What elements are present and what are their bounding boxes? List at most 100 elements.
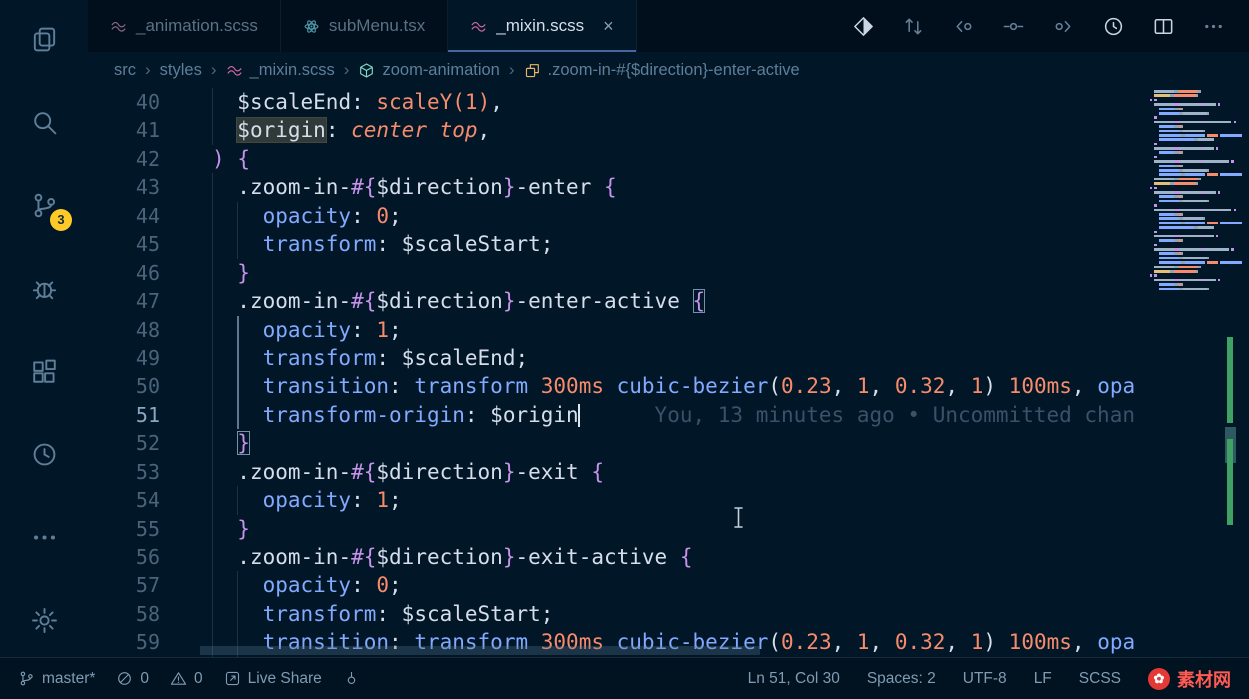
editor[interactable]: 40 41 42 43 44 45 46 47 48 49 50 51 52 53 54 55 56 57 58 59…: [88, 88, 1249, 657]
code-line-57[interactable]: opacity: 0;: [200, 571, 1152, 600]
code-token: ): [477, 90, 491, 114]
minimap-line: [1150, 90, 1242, 93]
status-language-mode[interactable]: SCSS: [1079, 670, 1121, 688]
code-token: (: [768, 374, 782, 399]
code-token: transform: [414, 374, 529, 399]
code-token: -enter: [515, 175, 592, 200]
code-token: 1: [856, 630, 870, 655]
broadcast-icon: [343, 670, 360, 687]
compare-changes-icon[interactable]: [902, 15, 925, 38]
tab-_mixin.scss[interactable]: _mixin.scss ×: [448, 0, 637, 52]
activity-item-timeline[interactable]: [20, 431, 68, 477]
code-token: ): [212, 146, 225, 171]
minimap-line: [1150, 230, 1242, 234]
minimap-token: [1202, 234, 1214, 238]
activity-item-explorer[interactable]: [20, 17, 68, 63]
minimap-line: [1150, 173, 1242, 177]
breadcrumb-item-1[interactable]: src: [114, 61, 136, 80]
minimap-line: [1150, 226, 1242, 229]
minimap-line: [1150, 116, 1242, 119]
files-icon: [30, 25, 59, 54]
code-line-49[interactable]: transform: $scaleEnd;: [200, 343, 1152, 373]
code-token: ,: [490, 90, 503, 114]
code-line-48[interactable]: opacity: 1;: [200, 315, 1152, 344]
minimap-token: [1154, 103, 1175, 106]
code-line-58[interactable]: transform: $scaleStart;: [200, 599, 1152, 629]
status-errors-label: 0: [140, 669, 150, 687]
code-line-45[interactable]: transform: $scaleStart;: [200, 230, 1152, 259]
previous-change-icon[interactable]: [952, 15, 975, 38]
file-history-icon[interactable]: [1102, 15, 1125, 38]
code-token: ,: [945, 374, 971, 399]
line-number: 51: [135, 402, 160, 427]
code-line-43[interactable]: .zoom-in-#{$direction}-enter {: [200, 173, 1152, 202]
minimap-token: [1158, 195, 1175, 198]
breadcrumb-item-3[interactable]: _mixin.scss: [226, 61, 335, 80]
tab-subMenu.tsx[interactable]: subMenu.tsx: [281, 0, 449, 52]
minimap-token: [1202, 147, 1214, 150]
split-editor-icon[interactable]: [1152, 15, 1175, 38]
code-line-54[interactable]: opacity: 1;: [200, 486, 1152, 515]
activity-item-source-control[interactable]: 3: [20, 183, 72, 231]
breadcrumb-item-5[interactable]: .zoom-in-#{$direction}-enter-active: [524, 61, 800, 80]
tab-_animation.scss[interactable]: _animation.scss: [88, 0, 281, 52]
minimap-token: [1158, 283, 1175, 286]
status-watermark: ✿ 素材网: [1148, 666, 1231, 692]
horizontal-scrollbar[interactable]: [200, 646, 760, 655]
status-indentation[interactable]: Spaces: 2: [867, 670, 936, 688]
open-changes-icon[interactable]: [852, 15, 875, 38]
status-encoding[interactable]: UTF-8: [963, 670, 1007, 688]
activity-item-search[interactable]: [20, 100, 68, 146]
code-line-56[interactable]: .zoom-in-#{$direction}-exit-active {: [200, 543, 1152, 572]
indent-guide: [237, 372, 240, 401]
code-area[interactable]: $scaleEnd: scaleY(1), $origin: center to…: [200, 88, 1152, 657]
minimap-token: [1207, 287, 1210, 291]
activity-item-manage[interactable]: [20, 597, 68, 643]
status-live-share[interactable]: Live Share: [224, 670, 322, 688]
code-line-52[interactable]: }: [200, 429, 1152, 458]
code-token: #{: [351, 289, 377, 314]
tab-label: _mixin.scss: [496, 16, 585, 35]
minimap-token: [1154, 98, 1157, 102]
minimap[interactable]: [1150, 90, 1242, 292]
code-token: ;: [540, 601, 554, 626]
code-line-55[interactable]: }: [200, 514, 1152, 543]
minimap-token: [1220, 261, 1242, 264]
code-line-53[interactable]: .zoom-in-#{$direction}-exit {: [200, 457, 1152, 487]
blame-annotations-icon[interactable]: [1002, 15, 1025, 38]
line-number: 44: [135, 203, 160, 228]
status-eol[interactable]: LF: [1034, 670, 1052, 688]
activity-item-run-and-debug[interactable]: [20, 266, 68, 312]
code-line-44[interactable]: opacity: 0;: [200, 201, 1152, 231]
code-line-51[interactable]: transform-origin: $origin You, 13 minute…: [200, 400, 1152, 430]
status-broadcast[interactable]: [343, 670, 360, 687]
indent-guide: [212, 343, 213, 373]
editor-actions: [828, 0, 1249, 52]
minimap-line: [1150, 177, 1242, 181]
code-line-50[interactable]: transition: transform 300ms cubic-bezier…: [200, 372, 1152, 401]
code-line-40[interactable]: $scaleEnd: scaleY(1),: [200, 88, 1152, 117]
minimap-line: [1150, 204, 1242, 207]
minimap-token: [1174, 182, 1197, 185]
minimap-token: [1185, 261, 1205, 264]
status-branch[interactable]: master*: [18, 670, 95, 688]
search-icon: [30, 108, 59, 137]
minimap-token: [1158, 217, 1179, 220]
overview-ruler-added-marker: [1227, 337, 1233, 423]
activity-item-extensions[interactable]: [20, 349, 68, 395]
code-line-42[interactable]: ) {: [200, 145, 1152, 173]
breadcrumb-item-2[interactable]: styles: [160, 61, 202, 80]
breadcrumb-item-4[interactable]: zoom-animation: [358, 61, 500, 80]
status-cursor-position[interactable]: Ln 51, Col 30: [748, 670, 840, 688]
next-change-icon[interactable]: [1052, 15, 1075, 38]
indent-guide: [212, 201, 213, 231]
minimap-line: [1150, 256, 1242, 260]
code-line-47[interactable]: .zoom-in-#{$direction}-enter-active {: [200, 287, 1152, 316]
code-line-46[interactable]: }: [200, 258, 1152, 288]
more-actions-icon[interactable]: [1202, 15, 1225, 38]
tab-close-icon[interactable]: ×: [603, 17, 614, 35]
status-errors[interactable]: 0: [116, 670, 149, 688]
status-warnings[interactable]: 0: [170, 670, 203, 688]
code-line-41[interactable]: $origin: center top,: [200, 116, 1152, 145]
activity-item-additional-views[interactable]: [20, 514, 68, 560]
